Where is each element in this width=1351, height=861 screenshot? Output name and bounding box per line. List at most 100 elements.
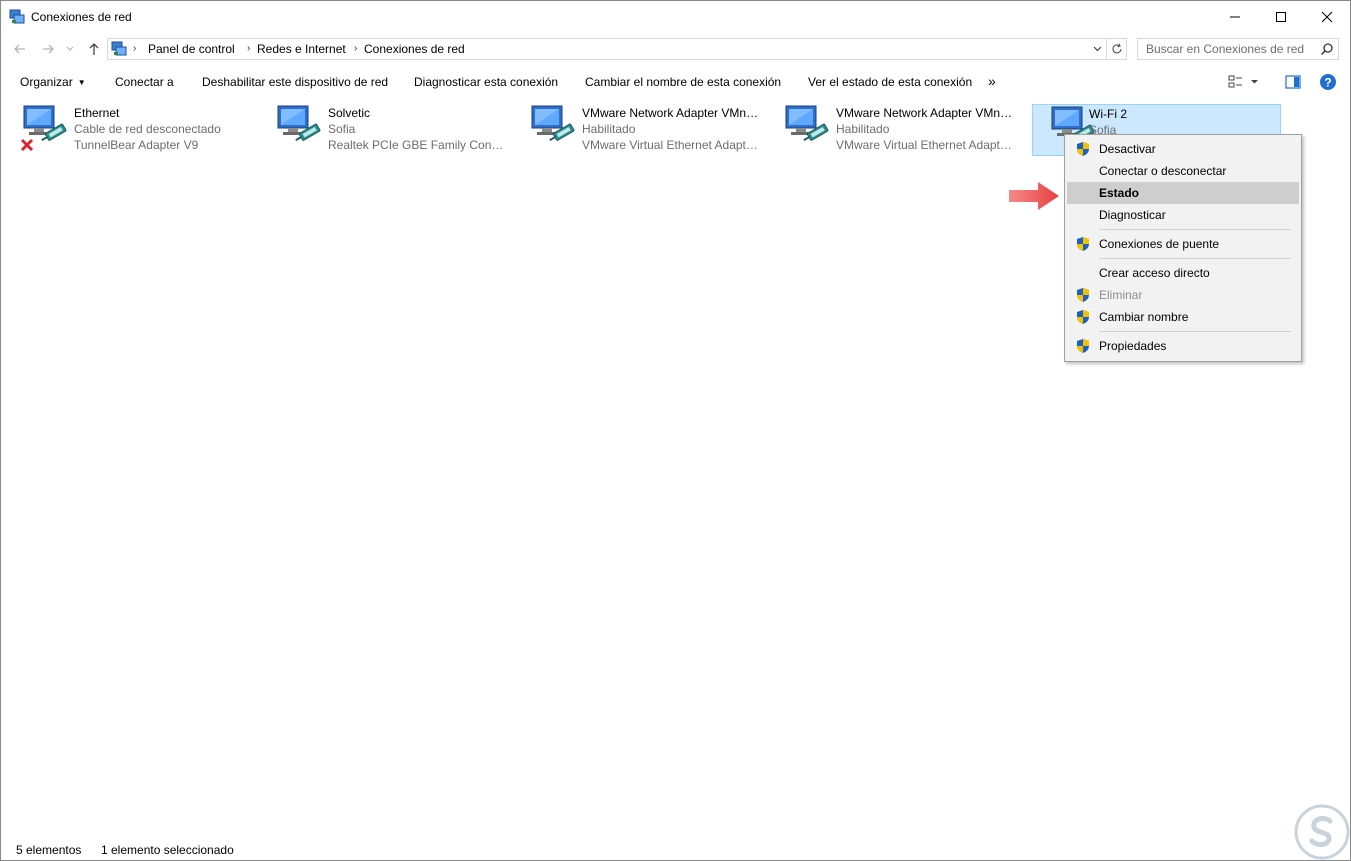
- context-menu-item-label: Estado: [1099, 186, 1140, 200]
- up-button[interactable]: [85, 40, 103, 58]
- address-dropdown-button[interactable]: [1090, 42, 1104, 56]
- breadcrumb-control-panel[interactable]: Panel de control: [148, 42, 235, 56]
- connection-name: Ethernet: [74, 106, 120, 120]
- connection-name: VMware Network Adapter VMnet8: [836, 106, 1014, 120]
- status-selection: 1 elemento seleccionado: [101, 843, 234, 857]
- title-bar[interactable]: Conexiones de red: [1, 1, 1350, 32]
- up-arrow-icon: [89, 43, 99, 55]
- connection-status: Habilitado: [582, 122, 636, 136]
- chevron-down-icon: [66, 46, 74, 51]
- back-button[interactable]: [11, 40, 29, 58]
- window-title: Conexiones de red: [31, 10, 132, 24]
- network-adapter-icon: [785, 105, 829, 142]
- recent-locations-button[interactable]: [64, 40, 76, 58]
- connection-device: VMware Virtual Ethernet Adapter ...: [582, 138, 760, 152]
- context-menu-item-label: Diagnosticar: [1099, 208, 1166, 222]
- context-menu-item[interactable]: Conexiones de puente: [1067, 233, 1299, 255]
- svg-text:?: ?: [1324, 76, 1331, 90]
- connection-name: VMware Network Adapter VMnet1: [582, 106, 760, 120]
- forward-arrow-icon: [43, 44, 54, 54]
- disable-device-button[interactable]: Deshabilitar este dispositivo de red: [202, 75, 388, 89]
- network-connections-icon: [111, 41, 127, 56]
- breadcrumb-separator-icon[interactable]: ›: [247, 43, 250, 54]
- connection-name: Solvetic: [328, 106, 371, 120]
- connection-item[interactable]: Ethernet Cable de red desconectado TunnelB…: [3, 104, 253, 156]
- connection-device: TunnelBear Adapter V9: [74, 138, 199, 152]
- search-input[interactable]: [1138, 39, 1318, 59]
- back-arrow-icon: [14, 44, 25, 54]
- network-adapter-icon: [20, 105, 67, 152]
- close-icon: [1321, 11, 1333, 22]
- explorer-window: Conexiones de red › Panel de control › R…: [0, 0, 1351, 861]
- connect-to-button[interactable]: Conectar a: [115, 75, 174, 89]
- connection-item[interactable]: VMware Network Adapter VMnet8 Habilitado V…: [765, 104, 1015, 156]
- breadcrumb-network-internet[interactable]: Redes e Internet: [257, 42, 346, 56]
- uac-shield-icon: [1077, 310, 1089, 324]
- chevron-down-icon: [1093, 46, 1101, 52]
- search-box[interactable]: [1137, 38, 1339, 60]
- uac-shield-icon: [1077, 288, 1089, 302]
- breadcrumb-separator-icon[interactable]: ›: [354, 43, 357, 54]
- context-menu-item-label: Propiedades: [1099, 339, 1167, 353]
- menu-separator: [1099, 258, 1291, 259]
- status-item-count: 5 elementos: [16, 843, 82, 857]
- diagnose-connection-button[interactable]: Diagnosticar esta conexión: [414, 75, 558, 89]
- context-menu-item[interactable]: Eliminar: [1067, 284, 1299, 306]
- connection-name: Wi-Fi 2: [1089, 107, 1127, 121]
- menu-separator: [1099, 331, 1291, 332]
- preview-pane-icon: [1285, 75, 1301, 89]
- context-menu-item[interactable]: Crear acceso directo: [1067, 262, 1299, 284]
- address-bar[interactable]: › Panel de control › Redes e Internet › …: [107, 38, 1107, 60]
- context-menu-item[interactable]: Desactivar: [1067, 138, 1299, 160]
- network-adapter-icon: [277, 105, 321, 142]
- view-details-icon: [1228, 75, 1258, 88]
- help-icon: ?: [1320, 74, 1336, 90]
- connection-device: VMware Virtual Ethernet Adapter ...: [836, 138, 1014, 152]
- view-status-button[interactable]: Ver el estado de esta conexión: [808, 75, 972, 89]
- more-commands-button[interactable]: »: [988, 73, 996, 89]
- context-menu-item-label: Conectar o desconectar: [1099, 164, 1227, 178]
- solvetic-logo: [1294, 804, 1350, 860]
- minimize-icon: [1230, 16, 1240, 17]
- organize-label: Organizar: [20, 75, 73, 89]
- context-menu-item-label: Eliminar: [1099, 288, 1143, 302]
- maximize-button[interactable]: [1258, 1, 1304, 32]
- maximize-icon: [1276, 11, 1286, 22]
- network-adapter-icon: [531, 105, 575, 142]
- connection-status: Cable de red desconectado: [74, 122, 221, 136]
- uac-shield-icon: [1077, 237, 1089, 251]
- rename-connection-button[interactable]: Cambiar el nombre de esta conexión: [585, 75, 781, 89]
- change-view-button[interactable]: [1227, 73, 1261, 91]
- refresh-button[interactable]: [1107, 38, 1127, 60]
- context-menu-item[interactable]: Estado: [1067, 182, 1299, 204]
- connection-status: Habilitado: [836, 122, 890, 136]
- preview-pane-button[interactable]: [1284, 73, 1302, 91]
- context-menu-item-label: Desactivar: [1099, 142, 1156, 156]
- minimize-button[interactable]: [1212, 1, 1258, 32]
- disconnected-x-icon: [20, 138, 34, 152]
- organize-button[interactable]: Organizar ▼: [20, 75, 86, 89]
- breadcrumb-separator-icon[interactable]: ›: [133, 43, 136, 54]
- context-menu-item[interactable]: Conectar o desconectar: [1067, 160, 1299, 182]
- context-menu-item-label: Crear acceso directo: [1099, 266, 1210, 280]
- pointer-arrow-annotation: [1009, 182, 1059, 210]
- context-menu-item[interactable]: Propiedades: [1067, 335, 1299, 357]
- network-connections-app-icon: [9, 9, 25, 24]
- context-menu-item-label: Cambiar nombre: [1099, 310, 1189, 324]
- command-bar: Organizar ▼ Conectar a Deshabilitar este …: [1, 67, 1350, 97]
- uac-shield-icon: [1077, 339, 1089, 353]
- help-button[interactable]: ?: [1319, 73, 1337, 91]
- context-menu: Desactivar Conectar o desconectar Estado Di…: [1064, 134, 1302, 362]
- refresh-icon: [1112, 43, 1122, 54]
- connection-item[interactable]: VMware Network Adapter VMnet1 Habilitado V…: [511, 104, 761, 156]
- context-menu-item[interactable]: Cambiar nombre: [1067, 306, 1299, 328]
- breadcrumb-network-connections[interactable]: Conexiones de red: [364, 42, 465, 56]
- forward-button[interactable]: [39, 40, 57, 58]
- connection-device: Realtek PCIe GBE Family Controller: [328, 138, 506, 152]
- connection-status: Sofia: [328, 122, 356, 136]
- search-icon[interactable]: [1320, 42, 1334, 56]
- connection-item[interactable]: Solvetic Sofia Realtek PCIe GBE Family Con…: [257, 104, 507, 156]
- context-menu-item[interactable]: Diagnosticar: [1067, 204, 1299, 226]
- chevron-down-icon: ▼: [77, 78, 86, 87]
- close-button[interactable]: [1304, 1, 1350, 32]
